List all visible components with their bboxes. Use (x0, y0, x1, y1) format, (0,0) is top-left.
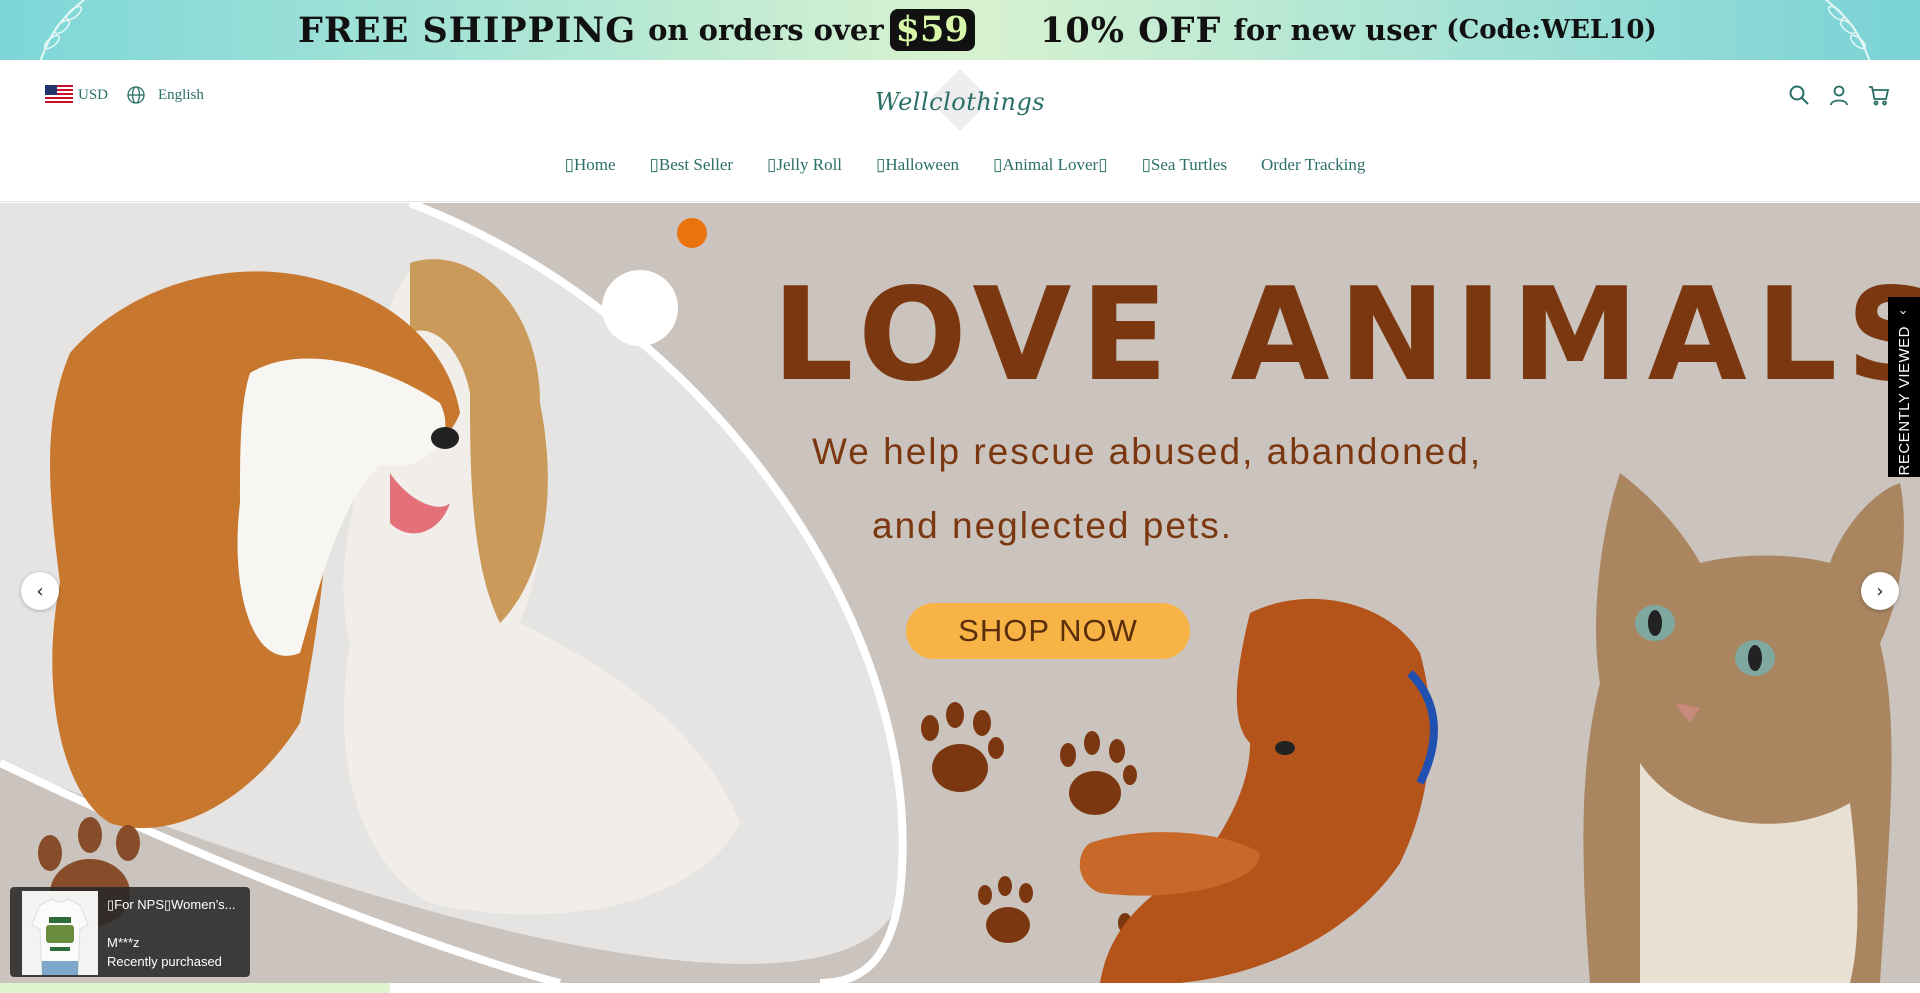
popup-status-text: Recently purchased (107, 954, 222, 969)
new-user-discount-promo: 10% OFF for new user (Code:WEL10) (1040, 0, 1657, 60)
leaf-decoration-icon (39, 0, 86, 60)
nav-item-order-tracking[interactable]: Order Tracking (1261, 155, 1365, 175)
popup-buyer-name: M***z (107, 935, 140, 950)
account-icon[interactable] (1828, 84, 1850, 106)
nav-item-sea-turtles[interactable]: ▯Sea Turtles (1142, 155, 1227, 175)
currency-selector[interactable]: USD (78, 87, 108, 104)
nav-item-best-seller[interactable]: ▯Best Seller (650, 155, 733, 175)
recent-purchase-popup[interactable]: ▯For NPS▯Women's... M***z Recently purch… (10, 887, 250, 977)
free-shipping-text: FREE SHIPPING (298, 9, 637, 51)
free-shipping-promo: FREE SHIPPING on orders over $59 (298, 0, 975, 60)
chevron-up-icon: ‹ (1896, 309, 1912, 316)
search-icon[interactable] (1788, 84, 1810, 106)
slider-next-button[interactable]: › (1861, 572, 1899, 610)
cart-icon[interactable] (1868, 84, 1890, 106)
shipping-threshold-price: $59 (889, 9, 975, 51)
hero-title: LOVE ANIMALS (772, 261, 1920, 410)
bottom-accent (0, 983, 390, 993)
recently-viewed-label: RECENTLY VIEWED (1895, 326, 1913, 476)
orders-over-text: on orders over (648, 13, 884, 47)
nav-item-home[interactable]: ▯Home (565, 155, 616, 175)
announcement-bar: FREE SHIPPING on orders over $59 10% OFF… (0, 0, 1920, 60)
main-nav: ▯Home ▯Best Seller ▯Jelly Roll ▯Hallowee… (0, 155, 1920, 175)
recently-viewed-tab[interactable]: ‹ RECENTLY VIEWED (1888, 297, 1920, 477)
globe-icon[interactable] (126, 85, 146, 105)
discount-percent-text: 10% OFF (1040, 9, 1222, 51)
leaf-decoration-icon (1824, 0, 1871, 60)
logo-text: Wellclothings (874, 88, 1046, 116)
page-bottom-strip (0, 983, 1920, 993)
nav-item-jelly-roll[interactable]: ▯Jelly Roll (767, 155, 842, 175)
site-header: USD English Wellclothings ▯Home ▯Best Se… (0, 60, 1920, 202)
nav-item-halloween[interactable]: ▯Halloween (876, 155, 959, 175)
hero-subtitle-line2: and neglected pets. (872, 505, 1233, 546)
product-thumbnail (22, 891, 98, 975)
site-logo[interactable]: Wellclothings (875, 68, 1045, 132)
chevron-left-icon: ‹ (36, 580, 44, 602)
us-flag-icon[interactable] (45, 85, 73, 105)
discount-code-text: (Code:WEL10) (1446, 15, 1657, 45)
hero-banner-slider[interactable]: LOVE ANIMALS We help rescue abused, aban… (0, 203, 1920, 983)
hero-subtitle-line1: We help rescue abused, abandoned, (812, 431, 1483, 472)
chevron-right-icon: › (1876, 580, 1884, 602)
popup-product-name: ▯For NPS▯Women's... (107, 897, 236, 912)
slider-prev-button[interactable]: ‹ (21, 572, 59, 610)
for-new-user-text: for new user (1233, 13, 1437, 47)
language-selector[interactable]: English (158, 87, 204, 104)
shop-now-button[interactable]: SHOP NOW (906, 603, 1190, 659)
nav-item-animal-lover[interactable]: ▯Animal Lover▯ (993, 155, 1108, 175)
locale-selector: USD English (45, 85, 204, 105)
header-actions (1788, 84, 1890, 106)
